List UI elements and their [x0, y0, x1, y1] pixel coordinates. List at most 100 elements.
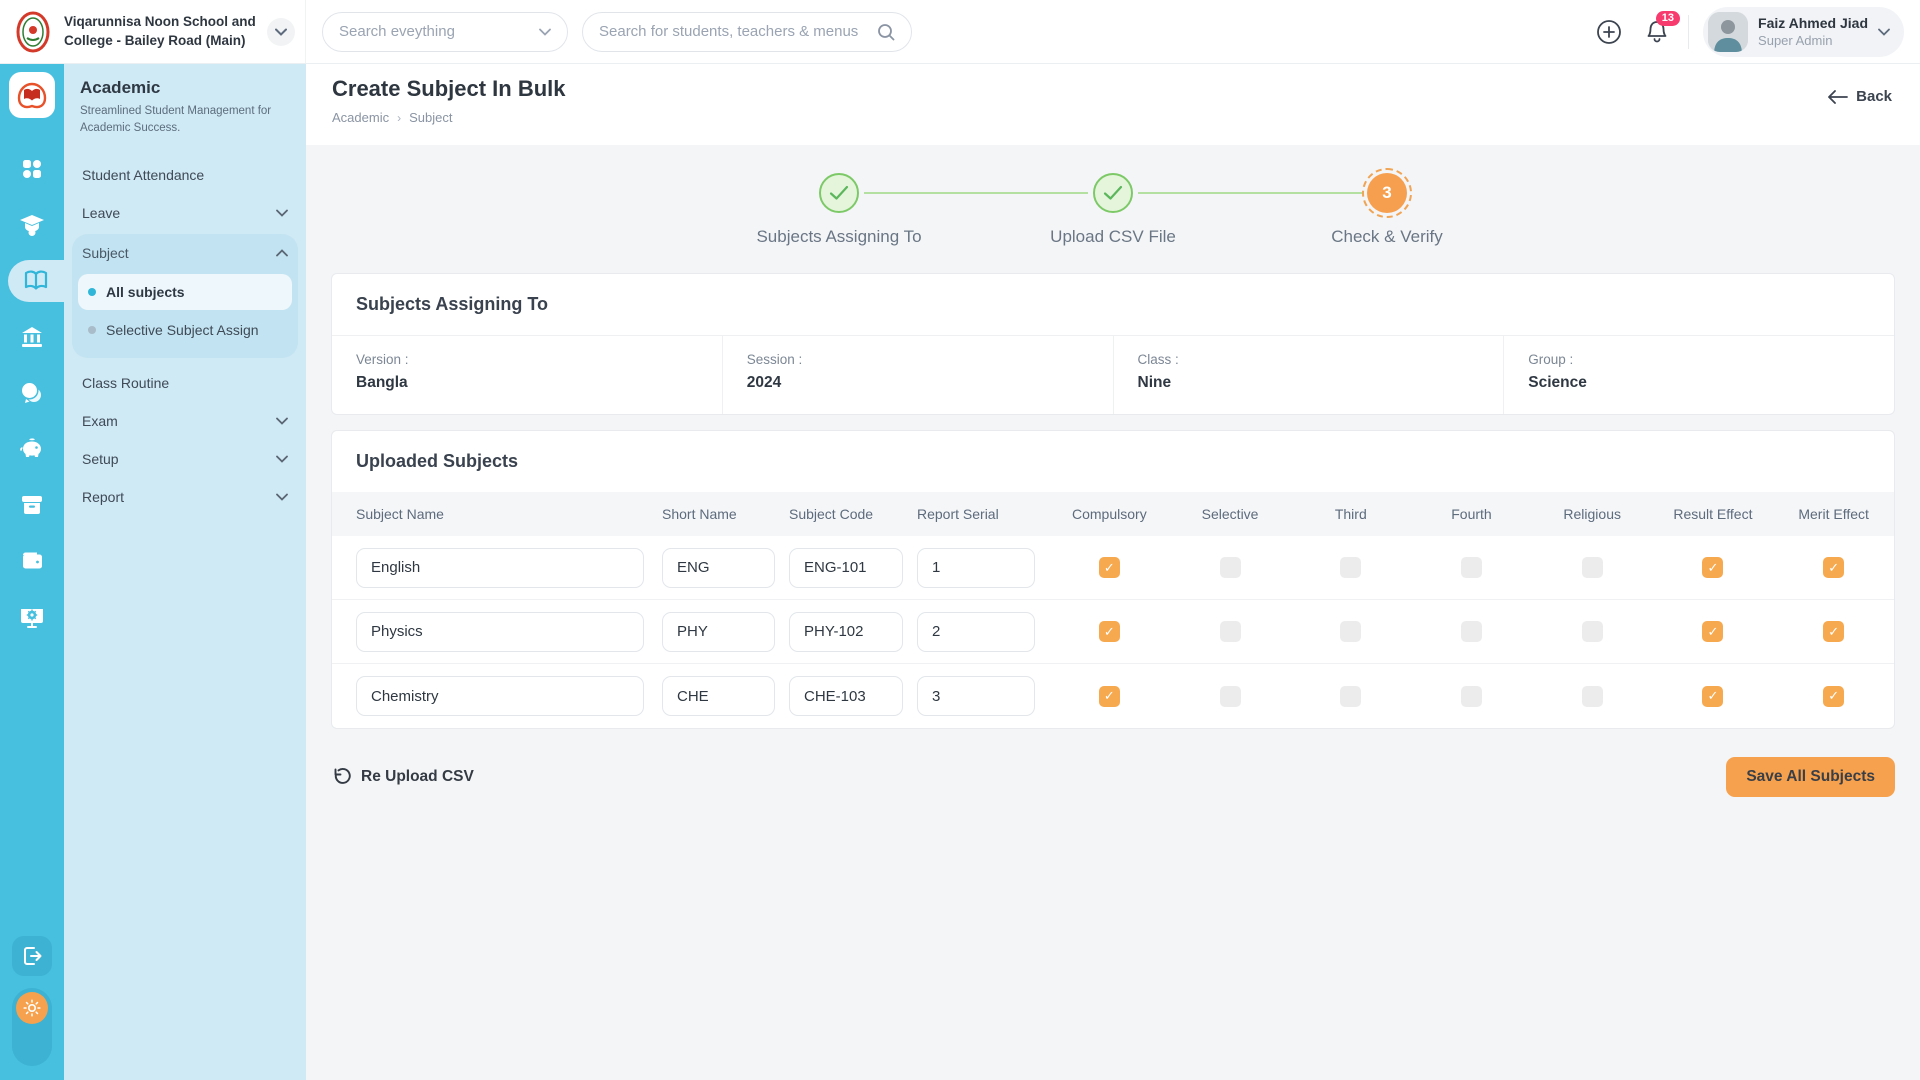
subject-name-input[interactable]	[356, 676, 644, 716]
sidebar-rail-device[interactable]	[0, 596, 64, 638]
monitor-gear-icon	[19, 605, 45, 629]
assign-field-session: Session :2024	[723, 336, 1114, 414]
third-checkbox[interactable]	[1340, 686, 1361, 707]
compulsory-checkbox[interactable]: ✓	[1099, 557, 1120, 578]
report-serial-input[interactable]	[917, 676, 1035, 716]
sidebar-rail-dashboard[interactable]	[0, 148, 64, 190]
arrow-left-icon	[1828, 90, 1848, 104]
chevron-down-icon	[276, 493, 288, 501]
back-label: Back	[1856, 88, 1892, 105]
fourth-checkbox[interactable]	[1461, 686, 1482, 707]
main-area: Create Subject In Bulk Academic›Subject …	[306, 64, 1920, 1080]
user-profile-menu[interactable]: Faiz Ahmed Jiad Super Admin	[1703, 7, 1904, 57]
merit-effect-checkbox[interactable]: ✓	[1823, 557, 1844, 578]
religious-checkbox[interactable]	[1582, 621, 1603, 642]
bullet-dot-icon	[88, 288, 96, 296]
third-checkbox[interactable]	[1340, 621, 1361, 642]
sidebar-rail-fees[interactable]	[0, 428, 64, 470]
subjects-table-body: ✓ ✓ ✓ ✓ ✓ ✓ ✓ ✓ ✓	[332, 536, 1894, 728]
chevron-down-icon	[275, 28, 287, 36]
short-name-input[interactable]	[662, 676, 775, 716]
sidebar-rail-communication[interactable]	[0, 372, 64, 414]
result-effect-checkbox[interactable]: ✓	[1702, 621, 1723, 642]
notification-count-badge: 13	[1656, 11, 1680, 26]
field-value: Nine	[1138, 374, 1480, 392]
bullet-dot-icon	[88, 326, 96, 334]
sidebar-item-setup[interactable]: Setup	[72, 440, 298, 478]
chevron-down-icon	[1878, 28, 1890, 36]
column-header-religious: Religious	[1532, 506, 1653, 522]
short-name-input[interactable]	[662, 548, 775, 588]
compulsory-checkbox[interactable]: ✓	[1099, 686, 1120, 707]
grid-icon	[20, 157, 44, 181]
sidebar-panel: Academic Streamlined Student Management …	[64, 64, 306, 1080]
compulsory-checkbox[interactable]: ✓	[1099, 621, 1120, 642]
report-serial-input[interactable]	[917, 612, 1035, 652]
breadcrumb-item[interactable]: Subject	[409, 110, 452, 125]
subject-code-input[interactable]	[789, 676, 903, 716]
user-avatar	[1708, 12, 1748, 52]
report-serial-input[interactable]	[917, 548, 1035, 588]
fourth-checkbox[interactable]	[1461, 621, 1482, 642]
subject-code-input[interactable]	[789, 548, 903, 588]
sidebar-item-exam[interactable]: Exam	[72, 402, 298, 440]
sidebar-item-class-routine[interactable]: Class Routine	[72, 364, 298, 402]
plus-circle-icon	[1596, 19, 1622, 45]
search-scope-select[interactable]: Search eveything	[322, 12, 568, 52]
stepper: Subjects Assigning ToUpload CSV File3Che…	[331, 145, 1895, 273]
column-header-fourth: Fourth	[1411, 506, 1532, 522]
subject-code-input[interactable]	[789, 612, 903, 652]
short-name-input[interactable]	[662, 612, 775, 652]
topbar-divider	[1688, 15, 1689, 49]
breadcrumb-item[interactable]: Academic	[332, 110, 389, 125]
merit-effect-checkbox[interactable]: ✓	[1823, 621, 1844, 642]
subject-name-input[interactable]	[356, 548, 644, 588]
sidebar-item-report[interactable]: Report	[72, 478, 298, 516]
reupload-csv-button[interactable]: Re Upload CSV	[331, 767, 474, 787]
stepper-step-1: Subjects Assigning To	[814, 173, 864, 247]
school-switcher-chevron[interactable]	[267, 18, 295, 46]
sidebar-rail-academic[interactable]	[8, 260, 64, 302]
result-effect-checkbox[interactable]: ✓	[1702, 557, 1723, 578]
page-head: Create Subject In Bulk Academic›Subject …	[306, 64, 1920, 145]
save-all-subjects-button[interactable]: Save All Subjects	[1726, 757, 1895, 797]
check-icon	[829, 185, 849, 201]
topbar-right: Search eveything Search for students, te…	[306, 0, 1920, 63]
theme-toggle[interactable]	[12, 988, 52, 1066]
sidebar-item-student-attendance[interactable]: Student Attendance	[72, 156, 298, 194]
quick-add-button[interactable]	[1592, 15, 1626, 49]
merit-effect-checkbox[interactable]: ✓	[1823, 686, 1844, 707]
open-book-logo-icon	[16, 79, 48, 111]
sidebar-rail-inventory[interactable]	[0, 484, 64, 526]
selective-checkbox[interactable]	[1220, 557, 1241, 578]
selective-checkbox[interactable]	[1220, 621, 1241, 642]
religious-checkbox[interactable]	[1582, 557, 1603, 578]
column-header-third: Third	[1290, 506, 1411, 522]
school-switcher[interactable]: Viqarunnisa Noon School and College - Ba…	[0, 0, 306, 63]
subject-name-input[interactable]	[356, 612, 644, 652]
column-header-subject-name: Subject Name	[332, 506, 662, 522]
sidebar-subitem-all-subjects[interactable]: All subjects	[78, 274, 292, 310]
reupload-label: Re Upload CSV	[361, 768, 474, 786]
academic-module-logo[interactable]	[9, 72, 55, 118]
assign-field-version: Version :Bangla	[332, 336, 723, 414]
global-search-input[interactable]: Search for students, teachers & menus	[582, 12, 912, 52]
assign-field-group: Group :Science	[1504, 336, 1894, 414]
sidebar-item-subject[interactable]: Subject	[72, 234, 298, 272]
sidebar-subitem-selective-subject-assign[interactable]: Selective Subject Assign	[78, 312, 292, 348]
selective-checkbox[interactable]	[1220, 686, 1241, 707]
sidebar-rail-institute[interactable]	[0, 316, 64, 358]
fourth-checkbox[interactable]	[1461, 557, 1482, 578]
back-button[interactable]: Back	[1828, 88, 1892, 105]
result-effect-checkbox[interactable]: ✓	[1702, 686, 1723, 707]
sidebar-rail-students[interactable]	[0, 204, 64, 246]
third-checkbox[interactable]	[1340, 557, 1361, 578]
field-value: Bangla	[356, 374, 698, 392]
logout-button[interactable]	[12, 936, 52, 976]
column-header-short-name: Short Name	[662, 506, 789, 522]
religious-checkbox[interactable]	[1582, 686, 1603, 707]
sidebar-item-leave[interactable]: Leave	[72, 194, 298, 232]
uploaded-subjects-card: Uploaded Subjects Subject NameShort Name…	[331, 430, 1895, 729]
notifications-button[interactable]: 13	[1640, 15, 1674, 49]
sidebar-rail-accounts[interactable]	[0, 540, 64, 582]
